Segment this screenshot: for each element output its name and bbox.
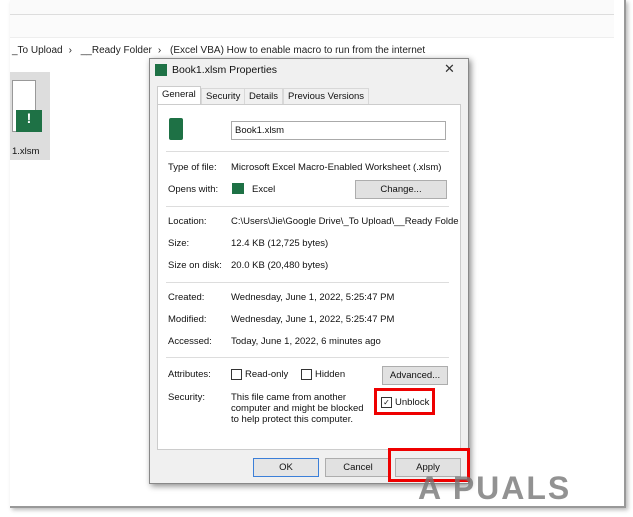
- opens-label: Opens with:: [168, 184, 219, 195]
- crumb-1[interactable]: _To Upload: [12, 45, 63, 56]
- file-type-icon: [169, 118, 183, 140]
- tab-details[interactable]: Details: [244, 88, 284, 105]
- location-value: C:\Users\Jie\Google Drive\_To Upload\__R…: [231, 216, 459, 227]
- divider: [166, 282, 449, 283]
- excel-app-icon: [232, 183, 244, 194]
- highlight-unblock: [374, 388, 435, 415]
- disk-value: 20.0 KB (20,480 bytes): [231, 260, 329, 271]
- file-name-input[interactable]: Book1.xlsm: [231, 121, 446, 140]
- file-name: 1.xlsm: [12, 146, 40, 157]
- created-value: Wednesday, June 1, 2022, 5:25:47 PM: [231, 292, 395, 303]
- dialog-title: Book1.xlsm Properties: [172, 64, 278, 76]
- ok-button[interactable]: OK: [253, 458, 319, 477]
- type-value: Microsoft Excel Macro-Enabled Worksheet …: [231, 162, 442, 173]
- watermark-logo: A PUALS: [418, 470, 572, 506]
- modified-label: Modified:: [168, 314, 207, 325]
- cancel-button[interactable]: Cancel: [325, 458, 391, 477]
- file-item[interactable]: ! 1.xlsm: [10, 72, 50, 160]
- modified-value: Wednesday, June 1, 2022, 5:25:47 PM: [231, 314, 395, 325]
- location-label: Location:: [168, 216, 207, 227]
- size-label: Size:: [168, 238, 190, 249]
- created-label: Created:: [168, 292, 205, 303]
- accessed-label: Accessed:: [168, 336, 212, 347]
- opens-value: Excel: [252, 184, 276, 195]
- security-label: Security:: [168, 392, 205, 403]
- security-text: This file came from another computer and…: [231, 392, 364, 425]
- hidden-checkbox[interactable]: Hidden: [301, 369, 345, 380]
- crumb-2[interactable]: __Ready Folder: [81, 45, 152, 56]
- advanced-button[interactable]: Advanced...: [382, 366, 448, 385]
- breadcrumb: _To Upload › __Ready Folder › (Excel VBA) …: [12, 45, 426, 56]
- tab-previous-versions[interactable]: Previous Versions: [283, 88, 370, 105]
- divider: [166, 206, 449, 207]
- accessed-value: Today, June 1, 2022, 6 minutes ago: [231, 336, 381, 347]
- change-button[interactable]: Change...: [355, 180, 447, 199]
- tab-general[interactable]: General: [157, 86, 201, 106]
- crumb-3[interactable]: (Excel VBA) How to enable macro to run f…: [170, 45, 425, 56]
- readonly-label: Read-only: [245, 369, 289, 381]
- warning-icon: !: [16, 110, 42, 132]
- type-label: Type of file:: [168, 162, 217, 173]
- attributes-label: Attributes:: [168, 369, 211, 380]
- title-bar: [10, 0, 614, 15]
- toolbar: [10, 15, 614, 38]
- divider: [166, 151, 449, 152]
- close-icon[interactable]: ✕: [444, 61, 455, 77]
- hidden-label: Hidden: [315, 369, 346, 381]
- excel-icon: [155, 64, 167, 76]
- divider: [166, 357, 449, 358]
- readonly-checkbox[interactable]: Read-only: [231, 369, 288, 380]
- size-value: 12.4 KB (12,725 bytes): [231, 238, 329, 249]
- disk-label: Size on disk:: [168, 260, 222, 271]
- tab-security[interactable]: Security: [201, 88, 246, 105]
